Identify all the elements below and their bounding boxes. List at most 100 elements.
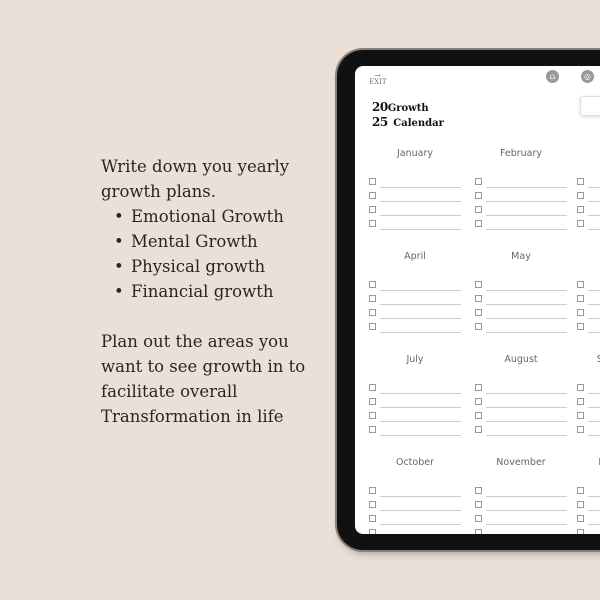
goal-input-line[interactable] (486, 323, 567, 333)
exit-button[interactable]: → EXIT (369, 72, 387, 86)
goal-input-line[interactable] (588, 178, 600, 188)
goal-input-line[interactable] (588, 323, 600, 333)
goal-checkbox[interactable] (369, 281, 376, 288)
goal-input-line[interactable] (380, 426, 461, 436)
goal-checkbox[interactable] (577, 206, 584, 213)
goal-checkbox[interactable] (577, 487, 584, 494)
goal-checkbox[interactable] (577, 309, 584, 316)
goal-input-line[interactable] (486, 206, 567, 216)
goal-checkbox[interactable] (475, 281, 482, 288)
goal-checkbox[interactable] (369, 515, 376, 522)
goal-input-line[interactable] (380, 178, 461, 188)
goal-checkbox[interactable] (475, 295, 482, 302)
goal-input-line[interactable] (380, 398, 461, 408)
goal-checkbox[interactable] (577, 412, 584, 419)
goal-checkbox[interactable] (475, 178, 482, 185)
goal-input-line[interactable] (380, 220, 461, 230)
goal-checkbox[interactable] (577, 501, 584, 508)
goal-checkbox[interactable] (577, 398, 584, 405)
goal-checkbox[interactable] (475, 501, 482, 508)
goal-input-line[interactable] (588, 295, 600, 305)
goal-checkbox[interactable] (475, 192, 482, 199)
goal-input-line[interactable] (380, 323, 461, 333)
settings-icon[interactable]: ◎ (581, 70, 594, 83)
goal-input-line[interactable] (486, 220, 567, 230)
goal-input-line[interactable] (588, 281, 600, 291)
goal-checkbox[interactable] (369, 487, 376, 494)
goal-checkbox[interactable] (369, 220, 376, 227)
goal-input-line[interactable] (486, 281, 567, 291)
goal-input-line[interactable] (486, 309, 567, 319)
goal-input-line[interactable] (380, 515, 461, 525)
goal-input-line[interactable] (380, 192, 461, 202)
goal-input-line[interactable] (486, 487, 567, 497)
goal-input-line[interactable] (486, 178, 567, 188)
goal-input-line[interactable] (486, 398, 567, 408)
goal-checkbox[interactable] (475, 412, 482, 419)
goal-input-line[interactable] (486, 384, 567, 394)
goal-input-line[interactable] (380, 281, 461, 291)
goal-checkbox[interactable] (577, 323, 584, 330)
goal-input-line[interactable] (486, 412, 567, 422)
goal-checkbox[interactable] (369, 501, 376, 508)
goal-checkbox[interactable] (369, 412, 376, 419)
goal-checkbox[interactable] (475, 487, 482, 494)
goal-input-line[interactable] (588, 398, 600, 408)
goal-checkbox[interactable] (369, 295, 376, 302)
goal-checkbox[interactable] (577, 281, 584, 288)
goal-input-line[interactable] (588, 515, 600, 525)
goal-checkbox[interactable] (369, 398, 376, 405)
goal-input-line[interactable] (588, 206, 600, 216)
goal-checkbox[interactable] (369, 529, 376, 534)
goal-checkbox[interactable] (577, 295, 584, 302)
goal-input-line[interactable] (588, 487, 600, 497)
menu-box-button[interactable] (580, 96, 600, 116)
goal-checkbox[interactable] (369, 192, 376, 199)
goal-input-line[interactable] (588, 309, 600, 319)
goal-input-line[interactable] (588, 501, 600, 511)
goal-input-line[interactable] (380, 412, 461, 422)
goal-input-line[interactable] (588, 412, 600, 422)
goal-input-line[interactable] (380, 295, 461, 305)
goal-input-line[interactable] (486, 529, 567, 534)
goal-checkbox[interactable] (369, 426, 376, 433)
goal-checkbox[interactable] (369, 206, 376, 213)
goal-input-line[interactable] (380, 487, 461, 497)
goal-checkbox[interactable] (475, 206, 482, 213)
goal-checkbox[interactable] (577, 515, 584, 522)
goal-checkbox[interactable] (577, 529, 584, 534)
goal-input-line[interactable] (486, 192, 567, 202)
goal-input-line[interactable] (588, 529, 600, 534)
goal-checkbox[interactable] (369, 323, 376, 330)
goal-input-line[interactable] (588, 384, 600, 394)
goal-input-line[interactable] (588, 192, 600, 202)
goal-input-line[interactable] (486, 515, 567, 525)
goal-checkbox[interactable] (475, 220, 482, 227)
goal-input-line[interactable] (380, 384, 461, 394)
goal-input-line[interactable] (380, 206, 461, 216)
goal-input-line[interactable] (486, 426, 567, 436)
goal-checkbox[interactable] (475, 426, 482, 433)
goal-checkbox[interactable] (475, 515, 482, 522)
goal-checkbox[interactable] (577, 178, 584, 185)
goal-input-line[interactable] (380, 501, 461, 511)
goal-input-line[interactable] (588, 426, 600, 436)
goal-checkbox[interactable] (369, 309, 376, 316)
goal-input-line[interactable] (486, 501, 567, 511)
goal-checkbox[interactable] (577, 426, 584, 433)
goal-checkbox[interactable] (475, 529, 482, 534)
goal-checkbox[interactable] (577, 220, 584, 227)
goal-checkbox[interactable] (475, 398, 482, 405)
goal-checkbox[interactable] (369, 384, 376, 391)
goal-input-line[interactable] (588, 220, 600, 230)
goal-checkbox[interactable] (475, 384, 482, 391)
goal-checkbox[interactable] (577, 384, 584, 391)
goal-input-line[interactable] (380, 529, 461, 534)
goal-checkbox[interactable] (475, 309, 482, 316)
goal-input-line[interactable] (380, 309, 461, 319)
goal-checkbox[interactable] (475, 323, 482, 330)
goal-checkbox[interactable] (577, 192, 584, 199)
home-icon[interactable]: ⌂ (546, 70, 559, 83)
goal-checkbox[interactable] (369, 178, 376, 185)
goal-input-line[interactable] (486, 295, 567, 305)
